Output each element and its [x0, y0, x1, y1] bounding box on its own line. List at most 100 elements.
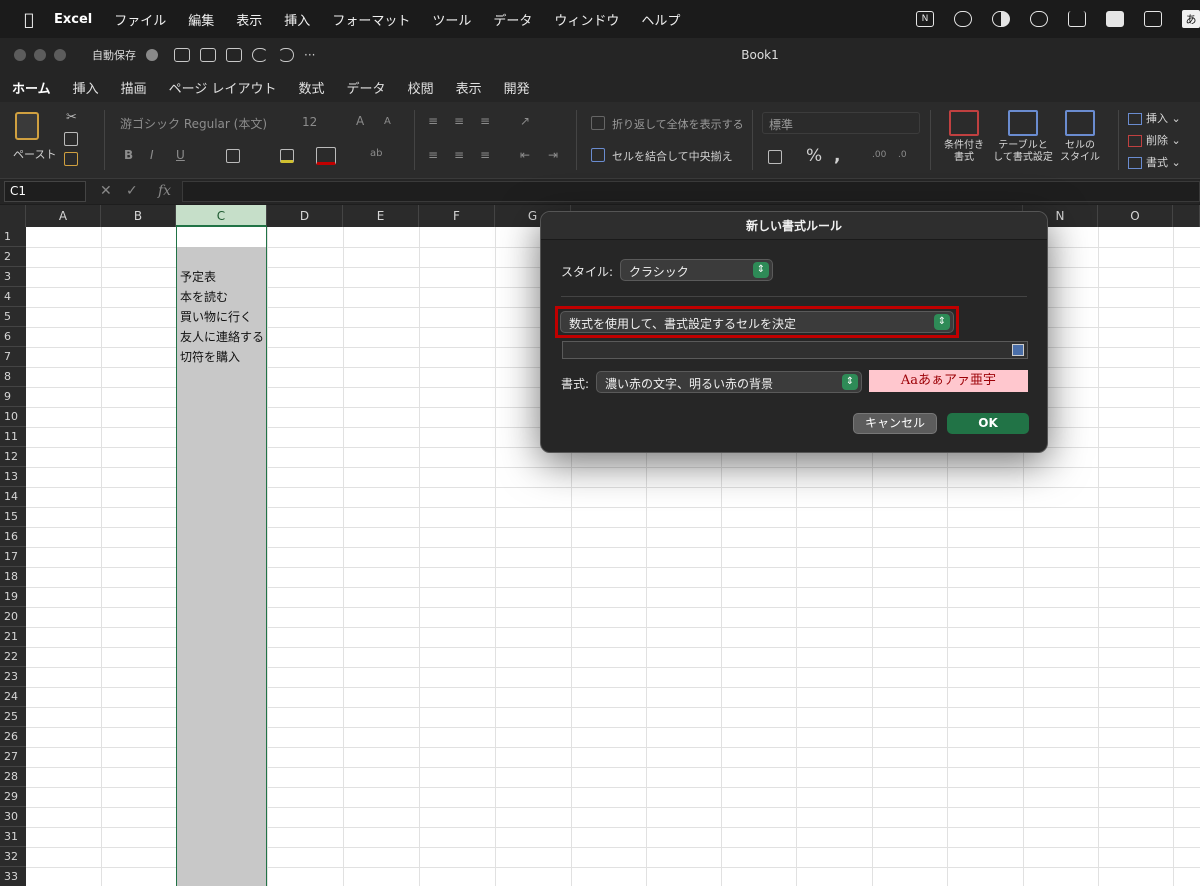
tab-review[interactable]: 校閲 [408, 78, 434, 97]
formula-input[interactable] [182, 181, 1200, 202]
tab-developer[interactable]: 開発 [504, 78, 530, 97]
increase-decimal-icon[interactable]: .00 [872, 150, 886, 160]
minimize-window-icon[interactable] [34, 49, 46, 61]
menu-data[interactable]: データ [493, 10, 532, 29]
column-header-o[interactable]: O [1098, 205, 1173, 227]
tab-insert[interactable]: 挿入 [73, 78, 99, 97]
row-header[interactable]: 8 [0, 367, 26, 387]
cell-c5[interactable]: 買い物に行く [180, 307, 252, 327]
row-header[interactable]: 6 [0, 327, 26, 347]
row-header[interactable]: 2 [0, 247, 26, 267]
row-header[interactable]: 15 [0, 507, 26, 527]
column-header-c[interactable]: C [176, 205, 267, 227]
underline-icon[interactable]: U [176, 148, 185, 162]
row-header[interactable]: 31 [0, 827, 26, 847]
row-header[interactable]: 22 [0, 647, 26, 667]
borders-icon[interactable] [226, 149, 240, 163]
paste-button[interactable]: ペースト [13, 146, 56, 162]
italic-icon[interactable]: I [150, 148, 154, 162]
tab-page-layout[interactable]: ページ レイアウト [169, 78, 277, 97]
cell-styles-button[interactable]: セルの スタイル [1056, 110, 1104, 164]
column-header-p[interactable] [1173, 205, 1200, 227]
tab-draw[interactable]: 描画 [121, 78, 147, 97]
display-icon[interactable] [1144, 11, 1162, 27]
range-select-icon[interactable] [1012, 344, 1024, 356]
more-icon[interactable]: ··· [304, 48, 320, 62]
format-cells-button[interactable]: 書式 ⌄ [1128, 154, 1181, 170]
orientation-icon[interactable]: ↗ [520, 114, 530, 128]
redo-icon[interactable] [278, 48, 294, 62]
menu-format[interactable]: フォーマット [332, 10, 410, 29]
format-select[interactable]: 濃い赤の文字、明るい赤の背景 ⇕ [596, 371, 862, 393]
paste-icon[interactable] [15, 112, 39, 140]
fill-color-icon[interactable] [280, 149, 294, 163]
column-header-e[interactable]: E [343, 205, 419, 227]
name-box[interactable]: C1 [4, 181, 86, 202]
row-header[interactable]: 5 [0, 307, 26, 327]
row-header[interactable]: 21 [0, 627, 26, 647]
zoom-window-icon[interactable] [54, 49, 66, 61]
cell-c7[interactable]: 切符を購入 [180, 347, 240, 367]
increase-indent-icon[interactable]: ⇥ [548, 148, 558, 162]
save-icon[interactable] [200, 48, 216, 62]
cell-c6[interactable]: 友人に連絡する [180, 327, 264, 347]
ime-indicator[interactable]: あ [1182, 10, 1200, 28]
rule-type-select[interactable]: 数式を使用して、書式設定するセルを決定 ⇕ [560, 311, 954, 333]
row-header[interactable]: 18 [0, 567, 26, 587]
font-size-select[interactable]: 12 [298, 112, 350, 134]
delete-cells-button[interactable]: 削除 ⌄ [1128, 132, 1181, 148]
row-header[interactable]: 4 [0, 287, 26, 307]
row-header[interactable]: 26 [0, 727, 26, 747]
column-header-f[interactable]: F [419, 205, 495, 227]
row-header[interactable]: 13 [0, 467, 26, 487]
row-header[interactable]: 10 [0, 407, 26, 427]
active-cell-c1[interactable] [177, 227, 266, 247]
format-painter-icon[interactable] [64, 152, 78, 166]
cell-c3[interactable]: 予定表 [180, 267, 216, 287]
font-color-icon[interactable] [316, 147, 336, 165]
autosave-toggle[interactable] [146, 49, 158, 61]
menu-app-name[interactable]: Excel [54, 12, 92, 27]
home-icon[interactable] [174, 48, 190, 62]
percent-style-button[interactable]: % [806, 146, 822, 166]
row-header[interactable]: 25 [0, 707, 26, 727]
row-header[interactable]: 1 [0, 227, 26, 247]
format-as-table-button[interactable]: テーブルと して書式設定 [992, 110, 1054, 164]
increase-font-icon[interactable]: A [356, 114, 364, 128]
save-as-icon[interactable] [226, 48, 242, 62]
row-header[interactable]: 17 [0, 547, 26, 567]
cancel-icon[interactable]: ✕ [100, 183, 112, 199]
align-left-icon[interactable]: ≡ [428, 148, 438, 162]
number-format-select[interactable]: 標準 [762, 112, 920, 134]
undo-icon[interactable] [252, 48, 268, 62]
column-header-a[interactable]: A [26, 205, 101, 227]
copy-icon[interactable] [64, 132, 78, 146]
enter-icon[interactable]: ✓ [126, 183, 138, 199]
menu-view[interactable]: 表示 [236, 10, 262, 29]
select-all-corner[interactable] [0, 205, 26, 227]
font-name-select[interactable]: 游ゴシック Regular (本文) [116, 112, 294, 134]
row-header[interactable]: 11 [0, 427, 26, 447]
row-header[interactable]: 29 [0, 787, 26, 807]
dark-mode-icon[interactable] [992, 11, 1010, 27]
tab-home[interactable]: ホーム [12, 78, 51, 104]
menu-edit[interactable]: 編集 [188, 10, 214, 29]
tab-formulas[interactable]: 数式 [299, 78, 325, 97]
row-header[interactable]: 3 [0, 267, 26, 287]
download-icon[interactable] [1068, 11, 1086, 27]
row-header[interactable]: 23 [0, 667, 26, 687]
style-select[interactable]: クラシック ⇕ [620, 259, 773, 281]
cut-icon[interactable]: ✂ [66, 110, 80, 125]
menu-tools[interactable]: ツール [432, 10, 471, 29]
decrease-font-icon[interactable]: A [384, 116, 391, 127]
align-middle-icon[interactable]: ≡ [454, 114, 464, 128]
conditional-format-button[interactable]: 条件付き 書式 [940, 110, 988, 164]
apple-icon[interactable]:  [18, 10, 40, 29]
row-header[interactable]: 27 [0, 747, 26, 767]
ok-button[interactable]: OK [947, 413, 1029, 434]
column-header-d[interactable]: D [267, 205, 343, 227]
bold-icon[interactable]: B [124, 148, 133, 162]
comma-style-icon[interactable]: , [834, 146, 840, 166]
cell-c4[interactable]: 本を読む [180, 287, 228, 307]
menu-help[interactable]: ヘルプ [641, 10, 680, 29]
